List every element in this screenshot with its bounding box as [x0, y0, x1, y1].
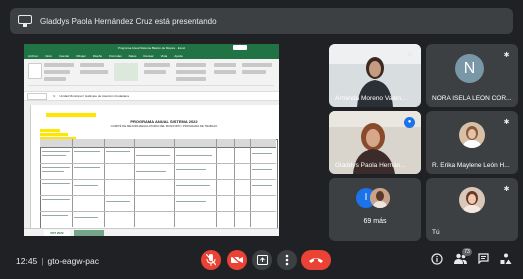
camera-toggle-button[interactable] [227, 250, 247, 270]
sheet-table-header [40, 139, 276, 148]
more-participants-avatars: I [356, 186, 396, 210]
excel-scrollbar [74, 230, 104, 236]
excel-menu-item: Inicio [45, 53, 53, 58]
call-end-icon [309, 258, 323, 263]
more-participants-tile[interactable]: I 69 más [329, 178, 421, 241]
sheet-highlight-cell [40, 133, 68, 136]
sheet-table [40, 139, 278, 229]
excel-formula-text: Unidad Municipal / Gabinete de Atención … [59, 94, 129, 98]
info-icon [431, 253, 443, 265]
participant-tile[interactable]: N ✱ NORA ISELA LEON COR... [426, 44, 518, 107]
excel-menu-item: Ayuda [174, 53, 183, 58]
excel-status-bar: PAT 2022 [24, 228, 279, 236]
meeting-time: 12:45 [16, 256, 38, 266]
mic-off-icon: ✱ [503, 119, 510, 126]
excel-menu-item: Vista [160, 53, 168, 58]
mic-off-icon: ✱ [503, 52, 510, 59]
excel-menu-item: Datos [128, 53, 137, 58]
excel-row-headers [24, 105, 31, 228]
presenting-banner: Gladdys Paola Hernández Cruz está presen… [10, 8, 513, 34]
present-screen-icon [18, 15, 32, 27]
excel-ribbon [24, 59, 279, 92]
more-vert-icon [285, 254, 289, 266]
excel-menu-item: Diseño [92, 53, 103, 58]
more-options-button[interactable] [277, 250, 297, 270]
excel-formula-bar: fx Unidad Municipal / Gabinete de Atenci… [24, 92, 279, 101]
videocam-off-icon [231, 255, 243, 265]
more-participants-label: 69 más [363, 218, 387, 225]
mic-off-icon: ✱ [503, 186, 510, 193]
participant-avatar: N [455, 54, 484, 83]
self-tile[interactable]: ✱ Tú [426, 178, 518, 241]
excel-menu-item: Revisar [143, 53, 154, 58]
meeting-code: gto-eagw-pac [47, 256, 100, 266]
mic-off-icon: ✱ [406, 52, 413, 59]
excel-menu-bar: Archivo Inicio Insertar Dibujar Diseño F… [24, 52, 279, 59]
chat-icon [477, 253, 489, 265]
participant-tile-active-speaker[interactable]: ● Gladdys Paola Hernán... [329, 111, 421, 174]
participant-name: NORA ISELA LEON COR... [432, 95, 512, 102]
participant-avatar [370, 188, 390, 208]
excel-menu-item: Dibujar [76, 53, 86, 58]
participant-name: Arminda Moreno Valen... [335, 95, 407, 102]
excel-sheet: PROGRAMA ANUAL SISTEMA 2022 COMITÉ DE ME… [24, 105, 279, 229]
participant-avatar [459, 122, 485, 148]
present-to-all-icon [256, 255, 268, 265]
shared-screen[interactable]: Programa Anual Sistema Básico de Mejora … [24, 44, 279, 236]
sheet-subtitle: COMITÉ DE MEJORA REGULATORIA DEL MUNICIP… [110, 124, 218, 128]
excel-window-title: Programa Anual Sistema Básico de Mejora … [117, 46, 186, 50]
excel-menu-item: Insertar [59, 53, 70, 58]
meeting-info: 12:45 | gto-eagw-pac [16, 256, 99, 266]
excel-sheet-tab: PAT 2022 [44, 230, 70, 236]
excel-menu-item: Archivo [28, 53, 39, 58]
present-button[interactable] [252, 250, 272, 270]
leave-call-button[interactable] [301, 250, 331, 270]
meeting-details-button[interactable] [430, 253, 444, 267]
participant-name: R. Erika Maylene León H... [432, 162, 510, 169]
mic-off-icon [206, 254, 216, 266]
fx-icon: fx [53, 94, 56, 98]
participant-name: Gladdys Paola Hernán... [335, 162, 406, 169]
self-avatar [459, 187, 485, 213]
meeting-info-separator: | [41, 256, 44, 266]
excel-share-button [233, 45, 247, 50]
excel-name-box [27, 92, 47, 100]
activities-button[interactable] [499, 253, 513, 267]
self-name: Tú [432, 229, 440, 236]
people-button[interactable]: 73 [453, 248, 472, 267]
excel-menu-item: Fórmulas [109, 53, 122, 58]
speaking-indicator-icon: ● [404, 117, 415, 128]
bottom-control-bar: 12:45 | gto-eagw-pac 73 [0, 246, 523, 279]
activities-icon [500, 253, 512, 264]
excel-title-bar: Programa Anual Sistema Básico de Mejora … [24, 44, 279, 52]
chat-button[interactable] [476, 253, 490, 267]
people-count-badge: 73 [462, 248, 472, 256]
sheet-highlight-cell [40, 129, 60, 132]
participant-tile[interactable]: ✱ R. Erika Maylene León H... [426, 111, 518, 174]
participant-tile[interactable]: ✱ Arminda Moreno Valen... [329, 44, 421, 107]
sheet-highlight-header [46, 113, 96, 117]
presenting-banner-text: Gladdys Paola Hernández Cruz está presen… [40, 16, 217, 26]
mic-toggle-button[interactable] [201, 250, 221, 270]
